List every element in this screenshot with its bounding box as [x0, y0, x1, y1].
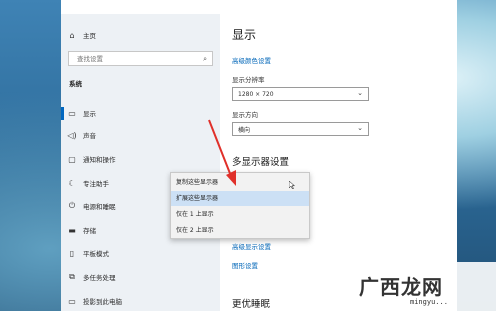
storage-icon: ▬	[68, 225, 76, 235]
sidebar-item-label: 通知和操作	[83, 156, 116, 164]
dropdown-option-only-1[interactable]: 仅在 1 上显示	[171, 207, 309, 222]
sidebar-item-tablet[interactable]: ▯ 平板模式	[67, 246, 109, 260]
sidebar-item-label: 电源和睡眠	[83, 203, 116, 211]
dropdown-option-only-2[interactable]: 仅在 2 上显示	[171, 223, 309, 238]
sidebar-item-focus[interactable]: ☾ 专注助手	[67, 176, 109, 190]
graphics-settings-link[interactable]: 图形设置	[232, 260, 258, 270]
multi-display-heading: 多显示器设置	[232, 157, 290, 168]
sidebar-item-label: 多任务处理	[83, 274, 116, 282]
orientation-label: 显示方向	[232, 111, 258, 119]
sidebar-item-label: 存储	[83, 227, 96, 235]
resolution-value: 1280 × 720	[238, 90, 274, 98]
chevron-down-icon: ⌄	[357, 124, 363, 132]
sidebar-home-label: 主页	[83, 32, 96, 40]
sidebar-item-sound[interactable]: ◁) 声音	[67, 128, 96, 142]
sidebar-item-power[interactable]: ⏻ 电源和睡眠	[67, 199, 116, 213]
page-title: 显示	[232, 28, 257, 42]
sidebar-item-storage[interactable]: ▬ 存储	[67, 223, 96, 237]
search-input[interactable]	[75, 53, 199, 64]
project-icon: ▭	[68, 296, 76, 306]
sidebar-home[interactable]: ⌂ 主页	[67, 28, 96, 42]
resolution-label: 显示分辨率	[232, 76, 265, 84]
speaker-icon: ◁)	[67, 130, 77, 140]
sidebar-item-label: 专注助手	[83, 180, 109, 188]
sidebar-item-label: 声音	[83, 132, 96, 140]
sleep-heading: 更优睡眠	[232, 299, 271, 310]
advanced-display-link[interactable]: 高级显示设置	[232, 241, 271, 251]
search-icon[interactable]: ⌕	[203, 55, 207, 64]
orientation-select[interactable]: 横向 ⌄	[232, 122, 369, 136]
multitask-icon: ⧉	[69, 272, 75, 281]
sidebar-item-project[interactable]: ▭ 投影到此电脑	[67, 294, 122, 308]
active-indicator	[61, 107, 64, 120]
search-box[interactable]: ⌕	[68, 51, 213, 66]
tablet-icon: ▯	[69, 248, 75, 258]
section-label: 系统	[69, 80, 82, 88]
dropdown-option-extend[interactable]: 扩展这些显示器	[171, 191, 309, 206]
moon-icon: ☾	[68, 178, 76, 188]
watermark-url: mingyu...	[410, 298, 448, 306]
notification-icon: ▢	[68, 154, 76, 164]
sidebar-item-multitasking[interactable]: ⧉ 多任务处理	[67, 270, 116, 284]
home-icon: ⌂	[69, 30, 75, 40]
power-icon: ⏻	[68, 201, 76, 210]
sidebar-item-display[interactable]: ▭ 显示	[67, 106, 96, 120]
chevron-down-icon: ⌄	[357, 89, 363, 97]
advanced-color-link[interactable]: 高级颜色设置	[232, 55, 271, 65]
orientation-value: 横向	[238, 126, 251, 134]
sidebar: ⌂ 主页 ⌕ 系统 ▭ 显示 ◁) 声音 ▢ 通知和操作 ☾ 专注助手 ⏻ 电源…	[61, 0, 220, 311]
sidebar-item-notifications[interactable]: ▢ 通知和操作	[67, 152, 116, 166]
display-icon: ▭	[68, 108, 76, 118]
watermark-text: 广西龙网	[359, 275, 443, 299]
sidebar-item-label: 投影到此电脑	[83, 298, 122, 306]
resolution-select[interactable]: 1280 × 720 ⌄	[232, 87, 369, 101]
sidebar-item-label: 显示	[83, 110, 96, 118]
mouse-cursor-icon	[289, 181, 295, 189]
sidebar-item-label: 平板模式	[83, 250, 109, 258]
